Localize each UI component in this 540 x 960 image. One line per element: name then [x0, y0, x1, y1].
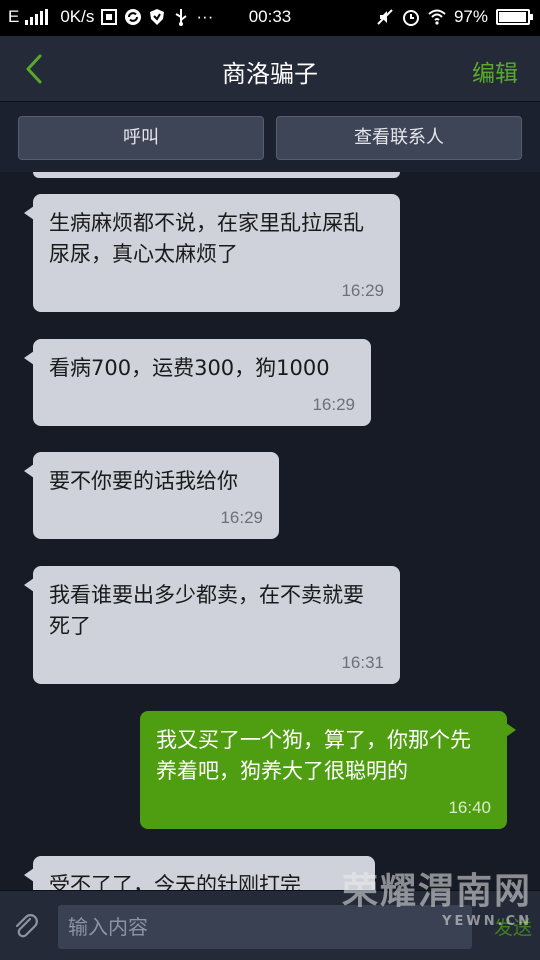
message-text: 看病700，运费300，狗1000: [49, 356, 330, 380]
watermark-title: 荣耀渭南网: [341, 871, 532, 912]
conversation-header: 商洛骗子 编辑: [0, 36, 540, 102]
previous-message-fragment: [33, 172, 400, 178]
message-bubble-incoming[interactable]: 看病700，运费300，狗1000 16:29: [24, 339, 371, 426]
message-time: 16:29: [341, 281, 384, 300]
wifi-icon: [428, 9, 446, 25]
battery-icon: [496, 9, 533, 25]
message-bubble-outgoing[interactable]: 我又买了一个狗，算了，你那个先养着吧，狗养大了很聪明的 16:40: [140, 711, 516, 829]
mute-icon: [377, 9, 393, 25]
message-list[interactable]: 生病麻烦都不说，在家里乱拉屎乱尿尿，真心太麻烦了 16:29 看病700，运费3…: [0, 172, 540, 890]
message-time: 16:40: [448, 798, 491, 817]
message-text: 受不了了，今天的针刚打完: [49, 873, 301, 890]
message-bubble-incoming[interactable]: 我看谁要出多少都卖，在不卖就要死了 16:31: [24, 566, 400, 684]
message-text: 要不你要的话我给你: [49, 469, 238, 493]
battery-percent: 97%: [453, 7, 488, 26]
sync-icon: [125, 9, 142, 25]
message-text: 我又买了一个狗，算了，你那个先养着吧，狗养大了很聪明的: [156, 728, 471, 783]
message-text: 我看谁要出多少都卖，在不卖就要死了: [49, 583, 364, 638]
usb-icon: [175, 9, 187, 26]
message-bubble-incoming[interactable]: 生病麻烦都不说，在家里乱拉屎乱尿尿，真心太麻烦了 16:29: [24, 194, 400, 312]
message-time: 16:29: [312, 395, 355, 414]
shield-icon: [150, 9, 165, 25]
message-text: 生病麻烦都不说，在家里乱拉屎乱尿尿，真心太麻烦了: [49, 211, 364, 266]
screenshot-icon: [101, 9, 118, 25]
message-time: 16:29: [220, 508, 263, 527]
action-bar: 呼叫 查看联系人: [0, 102, 540, 172]
network-speed: 0K/s: [60, 7, 95, 26]
call-button[interactable]: 呼叫: [18, 116, 264, 160]
network-type: E: [8, 7, 20, 26]
alarm-icon: [402, 10, 419, 26]
watermark-url: YEWN.CN: [442, 914, 532, 929]
status-bar: E 0K/s ··· 00:33 97%: [0, 0, 540, 36]
contact-title: 商洛骗子: [222, 60, 318, 88]
signal-icon: [25, 9, 49, 25]
message-bubble-incoming[interactable]: 受不了了，今天的针刚打完: [24, 856, 375, 890]
message-bubble-incoming[interactable]: 要不你要的话我给你 16:29: [24, 452, 279, 539]
view-contact-button[interactable]: 查看联系人: [276, 116, 522, 160]
more-notifications: ···: [196, 7, 214, 26]
edit-button[interactable]: 编辑: [472, 54, 518, 88]
attachment-icon[interactable]: [10, 911, 42, 943]
message-time: 16:31: [341, 653, 384, 672]
watermark: 荣耀渭南网 YEWN.CN: [332, 870, 532, 930]
